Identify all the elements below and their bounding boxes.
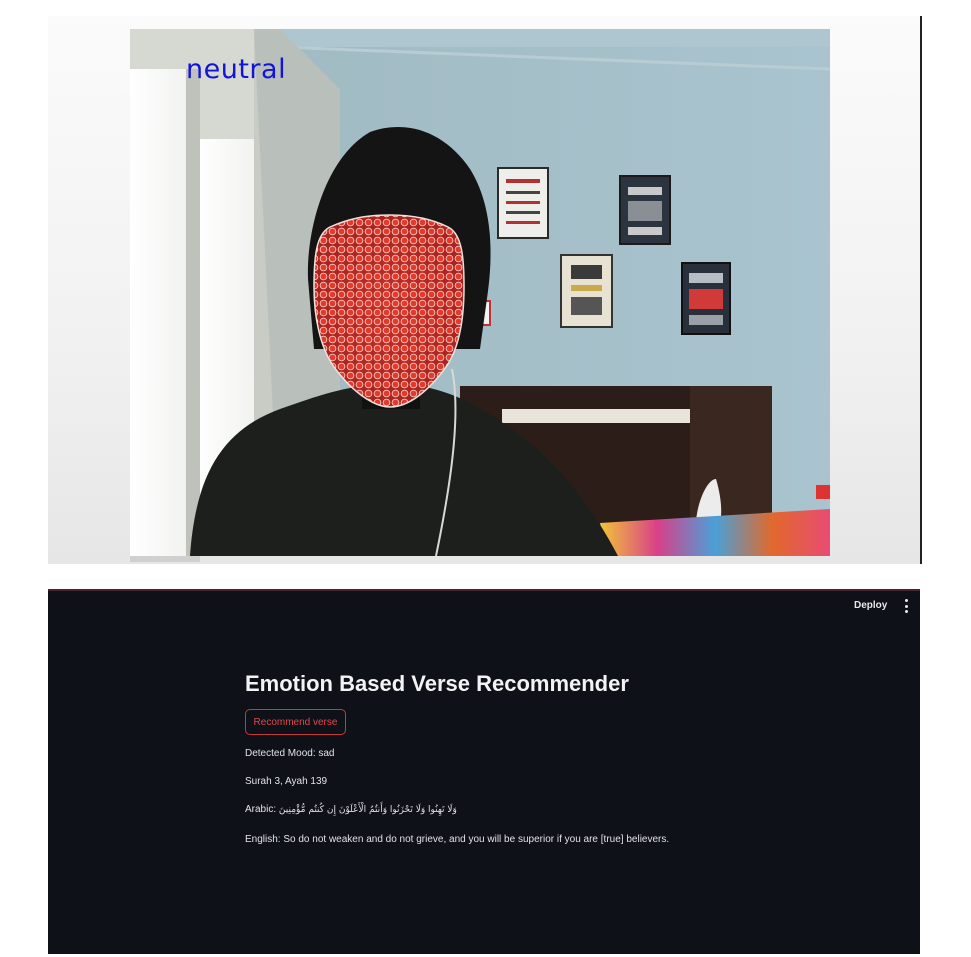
detected-mood-text: Detected Mood: sad <box>245 748 335 759</box>
arabic-verse-line: Arabic: وَلَا تَهِنُوا وَلَا تَحْزَنُوا … <box>245 804 457 816</box>
recommend-verse-button[interactable]: Recommend verse <box>245 709 346 735</box>
arabic-verse-text: وَلَا تَهِنُوا وَلَا تَحْزَنُوا وَأَنتُم… <box>278 805 457 815</box>
streamlit-app: Deploy Emotion Based Verse Recommender R… <box>48 589 920 954</box>
emotion-overlay-label: neutral <box>186 54 287 85</box>
webcam-feed <box>130 29 830 556</box>
english-translation-text: English: So do not weaken and do not gri… <box>245 834 670 845</box>
page-title: Emotion Based Verse Recommender <box>245 671 629 696</box>
deploy-button[interactable]: Deploy <box>854 600 887 611</box>
arabic-label: Arabic: <box>245 804 277 815</box>
surah-ayah-text: Surah 3, Ayah 139 <box>245 776 328 787</box>
vertical-ellipsis-icon[interactable] <box>901 599 911 613</box>
